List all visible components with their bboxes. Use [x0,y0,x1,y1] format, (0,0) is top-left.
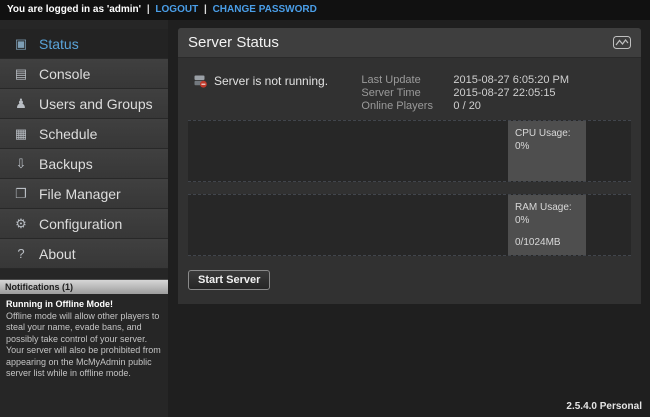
status-icon: ▣ [12,36,30,52]
server-info: Last Update 2015-08-27 6:05:20 PM Server… [361,74,569,112]
cpu-usage-chart: CPU Usage: 0% [188,120,631,182]
file-manager-icon: ❐ [12,186,30,202]
server-stopped-icon [194,75,207,88]
sidebar-item-schedule[interactable]: ▦ Schedule [0,119,168,149]
panel-header: Server Status [178,28,641,58]
performance-chart-icon[interactable] [613,36,631,49]
console-icon: ▤ [12,66,30,82]
page-title: Server Status [188,34,279,51]
sidebar-item-users-and-groups[interactable]: ♟ Users and Groups [0,89,168,119]
change-password-link[interactable]: CHANGE PASSWORD [213,4,317,15]
backups-icon: ⇩ [12,156,30,172]
main-area: Server Status [168,20,650,417]
cpu-usage-value: 0% [515,140,579,153]
sidebar-item-label: Console [39,66,90,82]
users-icon: ♟ [12,96,30,112]
sidebar-item-label: Backups [39,156,93,172]
server-state: Server is not running. [194,74,328,88]
ram-usage-label: RAM Usage: [515,201,579,214]
sidebar-item-label: File Manager [39,186,121,202]
start-server-button[interactable]: Start Server [188,270,270,290]
sidebar-nav: ▣ Status ▤ Console ♟ Users and Groups ▦ … [0,29,168,269]
logged-in-text: You are logged in as 'admin' [7,4,141,15]
status-row: Server is not running. Last Update 2015-… [188,68,631,114]
version-label: 2.5.4.0 Personal [566,401,642,412]
sidebar-item-label: Status [39,36,79,52]
info-value: 0 / 20 [453,100,569,112]
ram-usage-detail: 0/1024MB [515,236,579,249]
panel-body: Server is not running. Last Update 2015-… [178,58,641,304]
info-label: Server Time [361,87,443,99]
sidebar-item-label: Users and Groups [39,96,153,112]
sidebar-item-label: Schedule [39,126,97,142]
info-value: 2015-08-27 22:05:15 [453,87,569,99]
info-label: Online Players [361,100,443,112]
logout-link[interactable]: LOGOUT [155,4,198,15]
notification-text: Offline mode will allow other players to… [6,311,161,379]
info-value: 2015-08-27 6:05:20 PM [453,74,569,86]
info-label: Last Update [361,74,443,86]
schedule-icon: ▦ [12,126,30,142]
separator: | [204,4,207,15]
separator: | [147,4,150,15]
about-icon: ? [12,246,30,261]
sidebar-item-label: About [39,246,76,262]
sidebar-item-console[interactable]: ▤ Console [0,59,168,89]
server-status-panel: Server Status [178,28,641,304]
sidebar-item-file-manager[interactable]: ❐ File Manager [0,179,168,209]
notification-title: Running in Offline Mode! [6,299,162,311]
sidebar-item-status[interactable]: ▣ Status [0,29,168,59]
sidebar: ▣ Status ▤ Console ♟ Users and Groups ▦ … [0,20,168,417]
cpu-usage-box: CPU Usage: 0% [508,121,586,181]
notification-item: Running in Offline Mode! Offline mode wi… [0,294,168,385]
sidebar-item-configuration[interactable]: ⚙ Configuration [0,209,168,239]
sidebar-item-about[interactable]: ? About [0,239,168,269]
notifications-header[interactable]: Notifications (1) [0,279,168,294]
sidebar-item-label: Configuration [39,216,122,232]
cpu-usage-label: CPU Usage: [515,127,579,140]
ram-usage-chart: RAM Usage: 0% 0/1024MB [188,194,631,256]
server-status-message: Server is not running. [214,74,328,88]
configuration-icon: ⚙ [12,216,30,232]
ram-usage-box: RAM Usage: 0% 0/1024MB [508,195,586,255]
topbar: You are logged in as 'admin' | LOGOUT | … [0,0,650,20]
ram-usage-value: 0% [515,214,579,227]
sidebar-item-backups[interactable]: ⇩ Backups [0,149,168,179]
